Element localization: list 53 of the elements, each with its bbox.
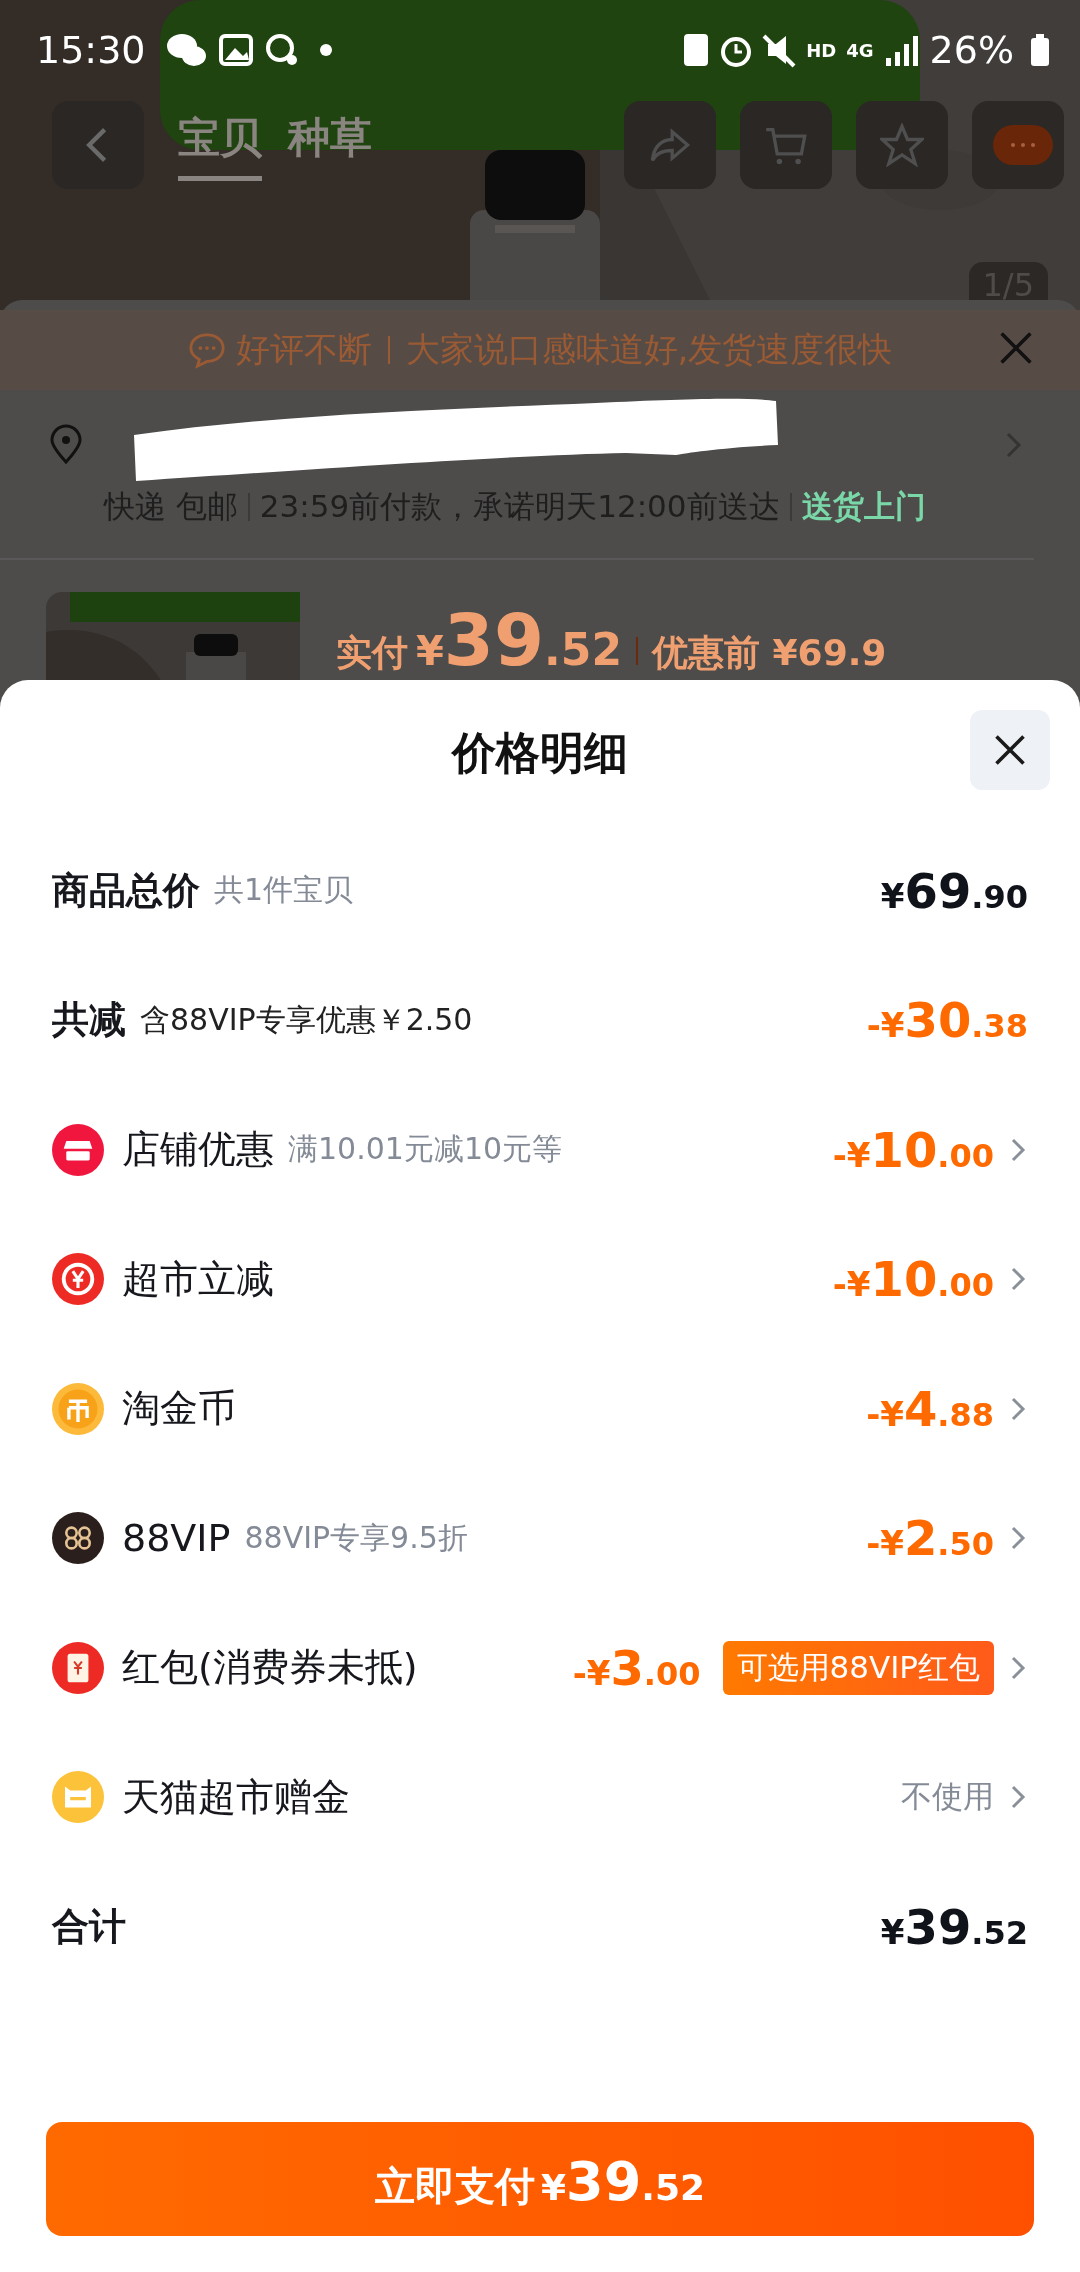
coin-icon [52, 1382, 104, 1435]
network-type: 4G [846, 39, 874, 61]
row-label: 合计 [52, 1903, 126, 1950]
row-amount: ¥39.52 [880, 1898, 1028, 1955]
envelope-icon [52, 1641, 104, 1694]
row-label: 超市立减 [122, 1255, 274, 1303]
share-button[interactable] [624, 101, 716, 189]
status-time: 15:30 [36, 28, 146, 72]
vip-badge-icon [52, 1512, 104, 1565]
row-note: 共1件宝贝 [214, 871, 354, 910]
back-button[interactable] [52, 101, 144, 189]
battery-icon [1030, 34, 1050, 66]
close-button[interactable] [970, 710, 1050, 790]
pay-button[interactable]: 立即支付¥39.52 [46, 2122, 1034, 2236]
row-label: 淘金币 [122, 1385, 236, 1433]
nav-tab[interactable]: 种草 [288, 109, 372, 181]
row-label: 共减 [52, 997, 126, 1044]
row-label: 商品总价 [52, 867, 200, 914]
review-tag: 好评不断 [235, 327, 372, 373]
cart-button[interactable] [740, 101, 832, 189]
chat-bubble-icon [187, 331, 226, 369]
row-label: 红包(消费券未抵) [122, 1644, 418, 1692]
row-amount: -¥3.00 [572, 1639, 701, 1696]
row-label: 店铺优惠 [122, 1126, 274, 1174]
row-amount: -¥10.00 [832, 1251, 994, 1308]
row-note: 满10.01元减10元等 [288, 1130, 563, 1169]
paid-price: ¥39.52 [416, 598, 622, 682]
row-amount: -¥4.88 [866, 1380, 994, 1437]
star-icon [880, 123, 924, 167]
row-amount: -¥30.38 [866, 992, 1028, 1049]
row-label: 天猫超市赠金 [122, 1773, 350, 1821]
row-note: 88VIP专享9.5折 [244, 1518, 468, 1557]
row-amount: -¥10.00 [832, 1121, 994, 1178]
panel-title: 价格明细 [452, 725, 628, 780]
wallet-icon [52, 1771, 104, 1824]
close-icon[interactable] [998, 330, 1034, 366]
delivery-service: 送货上门 [801, 487, 926, 526]
battery-level: 26% [929, 28, 1014, 72]
hd-indicator: HD [806, 39, 837, 61]
row-value: 不使用 [901, 1777, 994, 1817]
review-text: 大家说口感味道好,发货速度很快 [405, 328, 893, 371]
shop-icon [52, 1123, 104, 1176]
original-price: 优惠前 ¥69.9 [652, 631, 887, 675]
dot-icon [319, 44, 332, 56]
yen-coin-icon [52, 1253, 104, 1306]
favorite-button[interactable] [856, 101, 948, 189]
row-label: 88VIP [122, 1516, 231, 1561]
row-note: 含88VIP专享优惠￥2.50 [140, 1000, 473, 1039]
row-amount: ¥69.90 [880, 862, 1028, 919]
paid-label: 实付 [336, 631, 408, 675]
row-amount: -¥2.50 [866, 1510, 994, 1567]
nav-tab[interactable]: 宝贝 [178, 109, 262, 181]
voucher-tag[interactable]: 可选用88VIP红包 [722, 1640, 994, 1695]
